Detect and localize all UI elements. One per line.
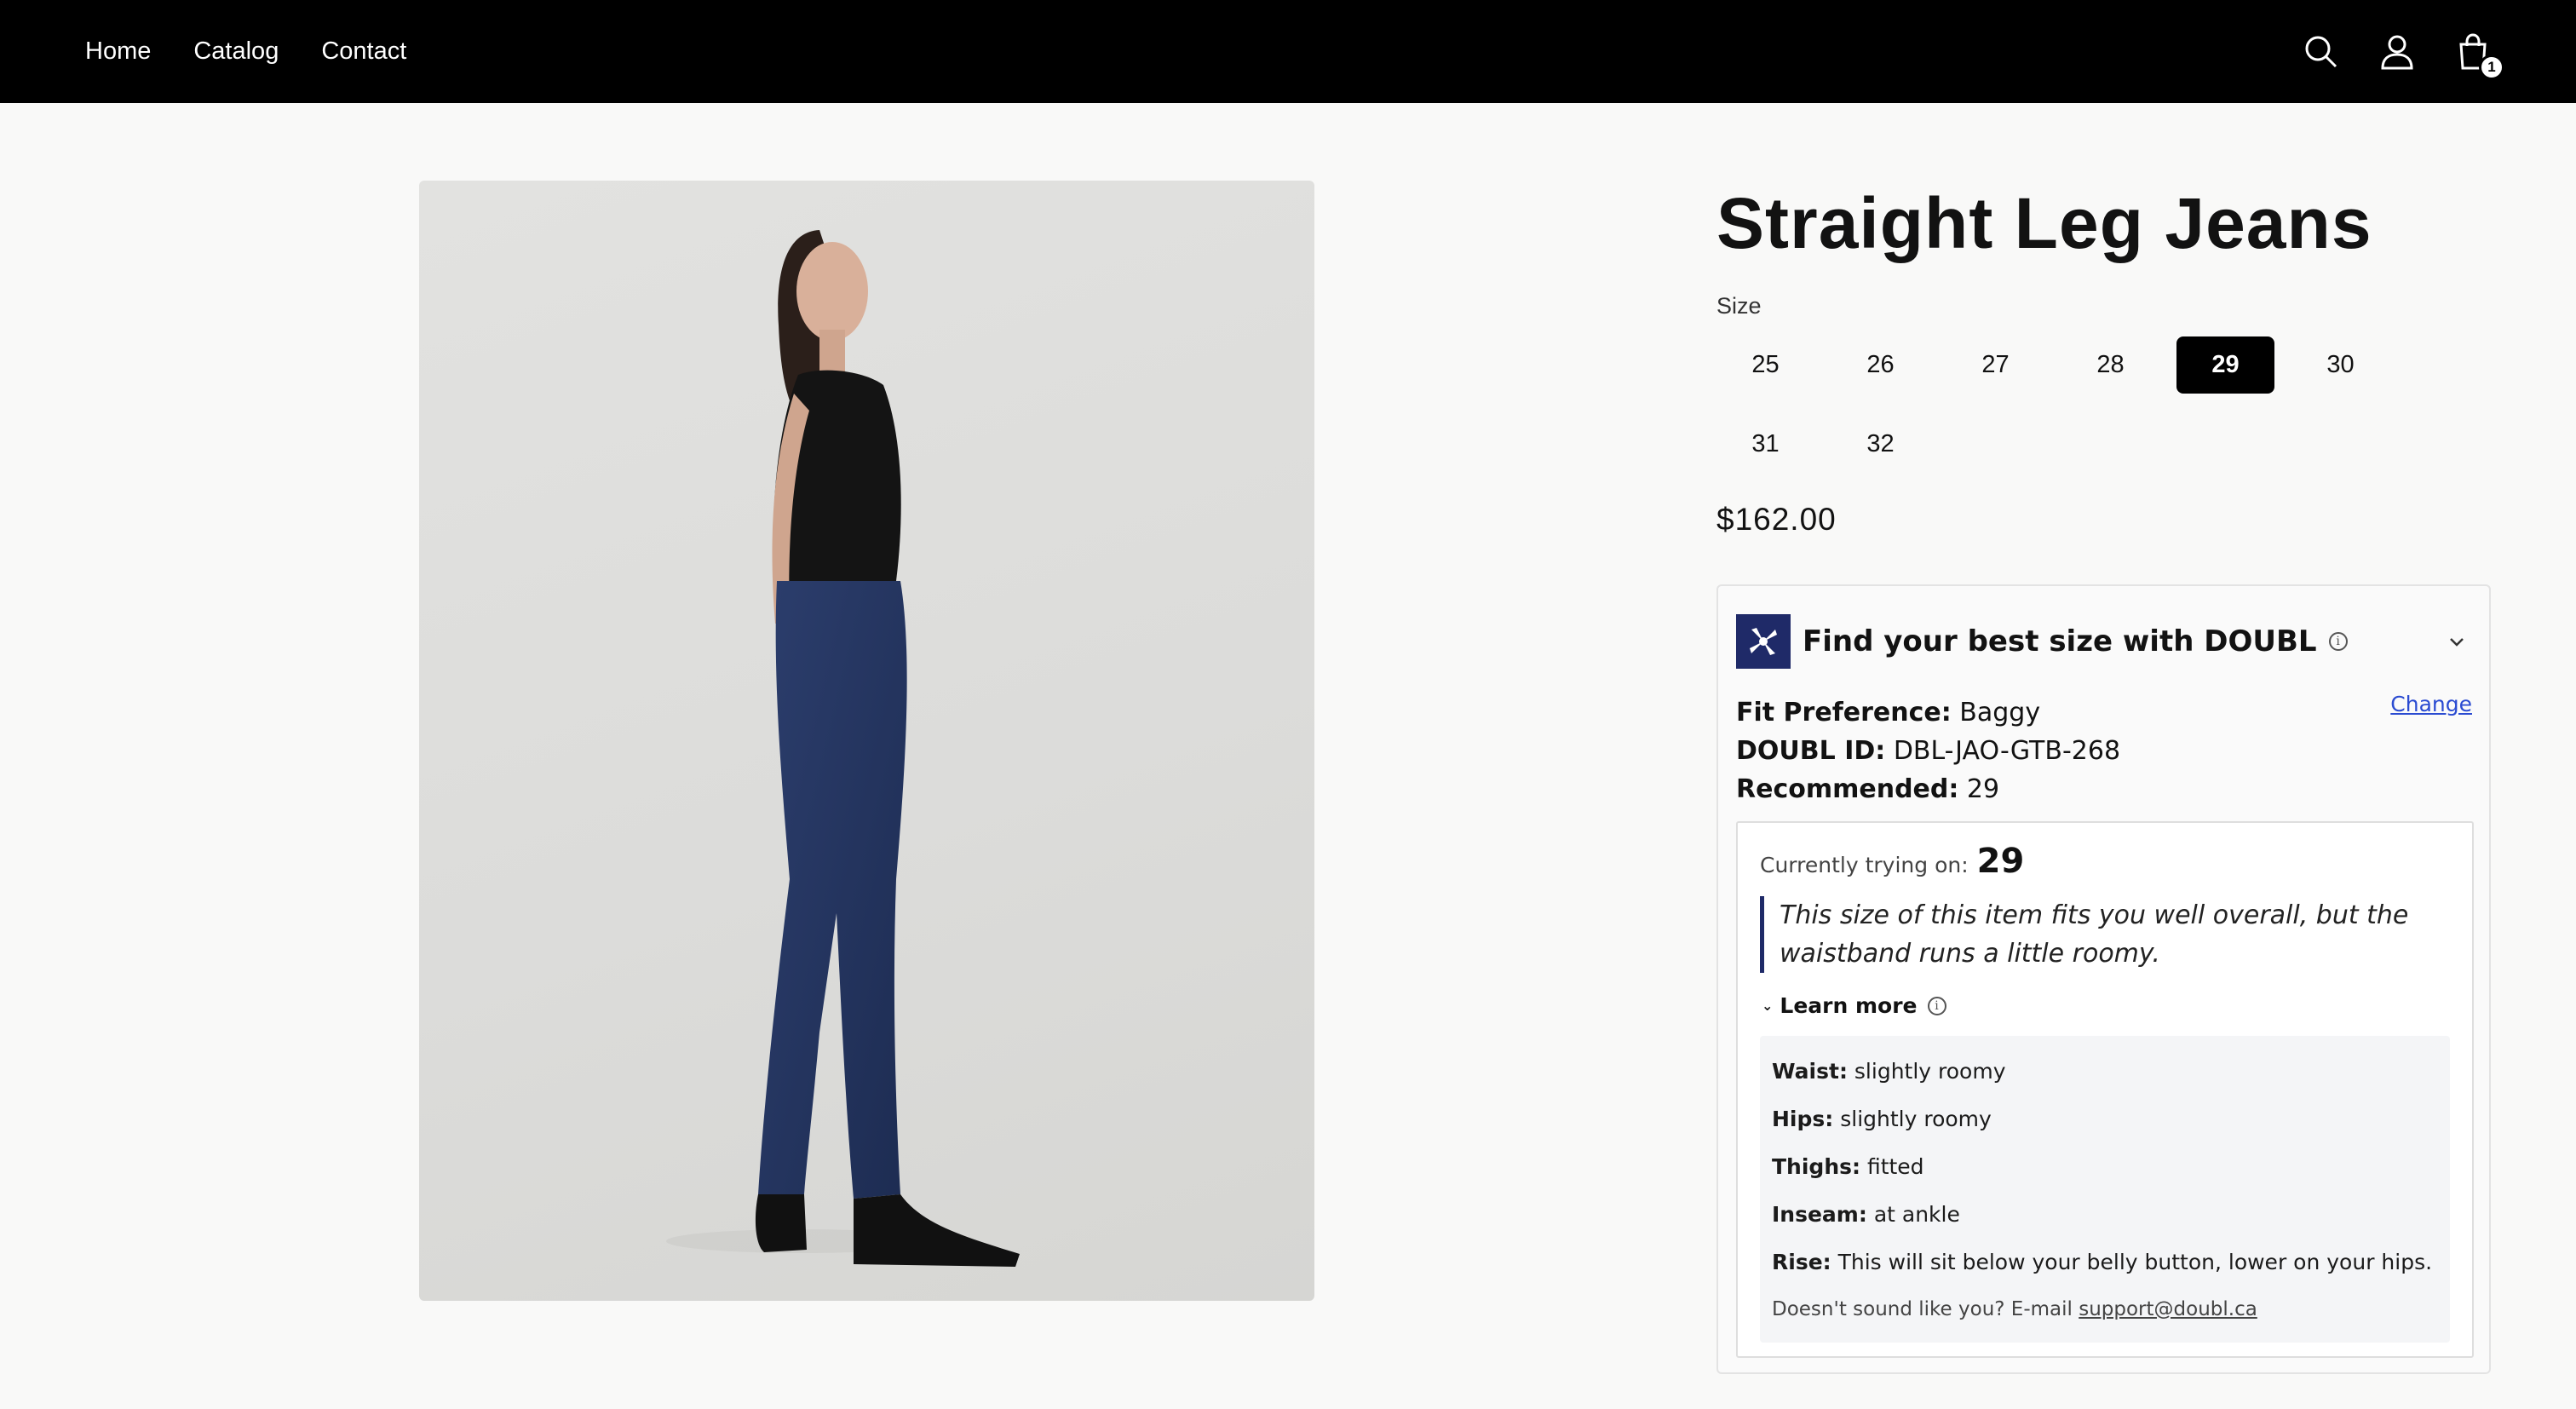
change-fit-link[interactable]: Change — [2390, 692, 2472, 716]
info-icon[interactable]: i — [2328, 632, 2348, 651]
chevron-down-icon[interactable] — [2446, 630, 2468, 653]
doubl-id-label: DOUBL ID: — [1736, 736, 1886, 766]
info-icon[interactable]: i — [1927, 996, 1946, 1015]
chevron-down-icon: ⌄ — [1762, 998, 1774, 1014]
fit-detail-label: Waist: — [1772, 1059, 1848, 1084]
fit-detail-row-hips: Hips: slightly roomy — [1772, 1096, 2438, 1143]
support-note: Doesn't sound like you? E-mail support@d… — [1772, 1288, 2438, 1331]
recommended-label: Recommended: — [1736, 774, 1959, 804]
trying-on-label: Currently trying on: — [1760, 853, 1969, 877]
fit-detail-value: slightly roomy — [1840, 1107, 1992, 1131]
trying-on-row: Currently trying on: 29 — [1760, 842, 2024, 881]
fit-summary-quote: This size of this item fits you well ove… — [1760, 896, 2435, 973]
size-option-26[interactable]: 26 — [1831, 336, 1929, 394]
fit-detail-row-rise: Rise: This will sit below your belly but… — [1772, 1239, 2438, 1286]
fit-detail-value: slightly roomy — [1854, 1059, 2006, 1084]
product-info: Straight Leg Jeans Size 25 26 27 28 29 3… — [1716, 181, 2492, 538]
fit-detail-value: This will sit below your belly button, l… — [1837, 1250, 2433, 1274]
doubl-title: Find your best size with DOUBL — [1803, 624, 2317, 658]
fit-detail-label: Inseam: — [1772, 1202, 1867, 1227]
doubl-logo-icon — [1736, 614, 1791, 669]
size-option-27[interactable]: 27 — [1946, 336, 2044, 394]
doubl-id-value: DBL-JAO-GTB-268 — [1893, 736, 2121, 766]
trying-on-size: 29 — [1976, 842, 2025, 881]
fit-detail-row-thighs: Thighs: fitted — [1772, 1143, 2438, 1191]
fit-detail-row-waist: Waist: slightly roomy — [1772, 1048, 2438, 1096]
account-icon[interactable] — [2378, 32, 2417, 72]
product-price: $162.00 — [1716, 502, 1837, 537]
recommended-row: Recommended: 29 — [1736, 770, 2120, 808]
size-option-29-selected[interactable]: 29 — [2176, 336, 2274, 394]
nav-link-catalog[interactable]: Catalog — [193, 37, 279, 66]
size-option-32[interactable]: 32 — [1831, 416, 1929, 473]
cart-icon[interactable]: 1 — [2453, 32, 2504, 80]
product-title: Straight Leg Jeans — [1716, 183, 2372, 263]
recommended-value: 29 — [1966, 774, 2000, 804]
learn-more-label: Learn more — [1780, 993, 1918, 1018]
trying-on-panel: Currently trying on: 29 This size of thi… — [1736, 821, 2474, 1358]
size-selector: 25 26 27 28 29 30 31 32 — [1716, 336, 2492, 473]
header-icons: 1 — [2265, 0, 2504, 103]
size-option-30[interactable]: 30 — [2291, 336, 2389, 394]
size-option-28[interactable]: 28 — [2061, 336, 2159, 394]
nav-link-contact[interactable]: Contact — [321, 37, 406, 66]
fit-detail-panel: Waist: slightly roomy Hips: slightly roo… — [1760, 1036, 2450, 1343]
fit-detail-value: at ankle — [1873, 1202, 1960, 1227]
doubl-size-widget: Find your best size with DOUBL i Change … — [1716, 584, 2491, 1374]
fit-detail-value: fitted — [1866, 1154, 1924, 1179]
nav-link-home[interactable]: Home — [85, 37, 151, 66]
learn-more-toggle[interactable]: ⌄ Learn more i — [1762, 993, 1946, 1018]
doubl-id-row: DOUBL ID: DBL-JAO-GTB-268 — [1736, 732, 2120, 770]
main-nav: Home Catalog Contact — [85, 0, 449, 103]
product-image[interactable] — [419, 181, 1314, 1301]
doubl-profile-details: Fit Preference: Baggy DOUBL ID: DBL-JAO-… — [1736, 693, 2120, 808]
fit-detail-row-inseam: Inseam: at ankle — [1772, 1191, 2438, 1239]
doubl-header[interactable]: Find your best size with DOUBL i — [1736, 613, 2471, 670]
support-text: Doesn't sound like you? E-mail — [1772, 1298, 2073, 1320]
size-option-31[interactable]: 31 — [1716, 416, 1814, 473]
fit-preference-value: Baggy — [1959, 698, 2041, 728]
fit-detail-label: Hips: — [1772, 1107, 1834, 1131]
size-option-25[interactable]: 25 — [1716, 336, 1814, 394]
fit-preference-label: Fit Preference: — [1736, 698, 1952, 728]
fit-preference-row: Fit Preference: Baggy — [1736, 693, 2120, 732]
search-icon[interactable] — [2302, 32, 2341, 72]
size-label: Size — [1716, 293, 1762, 319]
model-wearing-jeans-illustration — [666, 230, 1020, 1267]
fit-detail-label: Thighs: — [1772, 1154, 1860, 1179]
site-header: Home Catalog Contact 1 — [0, 0, 2576, 103]
fit-detail-label: Rise: — [1772, 1250, 1831, 1274]
support-email-link[interactable]: support@doubl.ca — [2079, 1298, 2257, 1320]
cart-count-badge: 1 — [2479, 54, 2504, 80]
